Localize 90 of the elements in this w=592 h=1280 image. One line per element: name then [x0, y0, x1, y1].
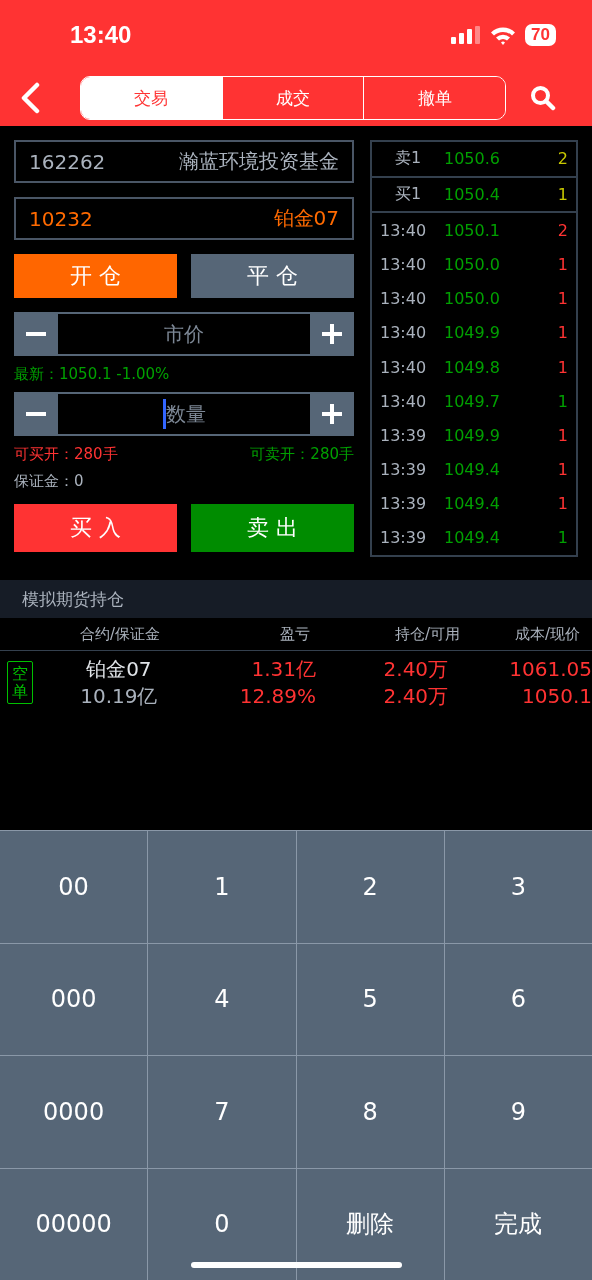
trade-volume: 1	[556, 494, 568, 514]
trade-price: 1049.9	[444, 425, 501, 445]
keypad-key[interactable]: 5	[296, 943, 444, 1055]
tab[interactable]: 撤单	[363, 77, 505, 119]
plus-icon	[322, 404, 342, 424]
column-header: 持仓/可用	[393, 624, 460, 644]
keypad-key[interactable]: 8	[296, 1056, 444, 1168]
keypad-key[interactable]: 完成	[444, 1168, 592, 1280]
keypad-key[interactable]: 0000	[0, 1056, 148, 1168]
keypad-key[interactable]: 00	[0, 831, 148, 943]
trade-volume: 1	[556, 528, 568, 548]
mode-button[interactable]: 平 仓	[191, 254, 354, 298]
search-icon[interactable]	[530, 85, 556, 111]
fund-field[interactable]: 162262 瀚蓝环境投资基金	[14, 140, 354, 183]
table-cell-text: 2.40万	[382, 683, 449, 710]
table-cell-text: 1.31亿	[250, 656, 316, 683]
keypad-key[interactable]: 6	[444, 943, 592, 1055]
table-cell-text: 12.89%	[238, 683, 316, 710]
buy-available: 可买开：280手	[14, 444, 118, 464]
sell-available: 可卖开：280手	[250, 444, 354, 464]
quote-label: 买1	[393, 184, 423, 205]
trade-price: 1050.0	[444, 289, 501, 309]
trade-time: 13:40	[380, 323, 428, 343]
latest-price: 最新：1050.1 -1.00%	[14, 363, 171, 385]
trade-volume: 1	[556, 391, 568, 411]
buy-button[interactable]: 买 入	[14, 504, 177, 552]
keypad-key[interactable]: 2	[296, 831, 444, 943]
keypad-key[interactable]: 7	[148, 1056, 296, 1168]
column-header: 盈亏	[279, 624, 310, 644]
column-header: 合约/保证金	[78, 624, 162, 644]
wifi-icon	[490, 25, 517, 45]
keypad-key[interactable]: 000	[0, 943, 148, 1055]
minus-icon	[26, 332, 46, 336]
trade-price: 1049.4	[444, 460, 501, 480]
tab[interactable]: 交易	[81, 77, 222, 119]
trade-time: 13:40	[380, 357, 428, 377]
contract-field[interactable]: 10232 铂金07	[14, 197, 354, 240]
trade-volume: 1	[556, 323, 568, 343]
price-field[interactable]: 市价	[58, 314, 310, 354]
trade-time: 13:40	[380, 391, 428, 411]
table-cell: 铂金07	[86, 656, 152, 683]
trade-volume: 1	[556, 255, 568, 275]
trade-time: 13:40	[380, 289, 428, 309]
back-icon[interactable]	[20, 82, 40, 114]
trade-time: 13:40	[380, 220, 428, 240]
trade-volume: 1	[556, 357, 568, 377]
plus-icon	[322, 324, 342, 344]
margin-text: 保证金：0	[14, 470, 85, 492]
trade-price: 1049.7	[444, 391, 501, 411]
quote-label: 卖1	[393, 148, 423, 170]
trade-volume: 1	[556, 425, 568, 445]
table-cell: 10.19亿	[80, 683, 158, 710]
trade-time: 13:39	[380, 528, 428, 548]
section-title: 模拟期货持仓	[22, 587, 124, 611]
battery-icon: 70	[525, 24, 556, 46]
trade-volume: 2	[556, 220, 568, 240]
trade-price: 1049.4	[444, 528, 501, 548]
trade-time: 13:39	[380, 425, 428, 445]
trade-price: 1049.8	[444, 357, 501, 377]
trade-price: 1049.9	[444, 323, 501, 343]
minus-icon	[26, 412, 46, 416]
position-tag: 空单	[7, 661, 33, 705]
quote-volume: 2	[556, 149, 568, 169]
trade-price: 1049.4	[444, 494, 501, 514]
trade-volume: 1	[556, 460, 568, 480]
quote-price: 1050.6	[444, 149, 501, 169]
table-cell-text: 1050.1	[521, 683, 592, 710]
keypad-key[interactable]: 3	[444, 831, 592, 943]
quote-price: 1050.4	[444, 185, 501, 204]
status-time: 13:40	[70, 21, 132, 49]
quantity-field[interactable]: 数量	[58, 394, 310, 434]
keypad-key[interactable]: 00000	[0, 1168, 148, 1280]
column-header: 成本/现价	[513, 624, 580, 644]
quote-volume: 1	[556, 185, 568, 204]
keypad-key[interactable]: 4	[148, 943, 296, 1055]
trade-time: 13:39	[380, 494, 428, 514]
position-row[interactable]: 空单 铂金07 10.19亿 1.31亿 12.89% 2.40万 2.40万 1061.05 1050.1	[0, 651, 592, 715]
trade-price: 1050.1	[444, 220, 501, 240]
trade-time: 13:39	[380, 460, 428, 480]
trade-time: 13:40	[380, 255, 428, 275]
keypad-key[interactable]: 9	[444, 1056, 592, 1168]
trade-volume: 1	[556, 289, 568, 309]
table-cell-text: 2.40万	[382, 656, 449, 683]
signal-icon	[451, 26, 482, 44]
keypad-key[interactable]: 1	[148, 831, 296, 943]
keypad-key[interactable]: 删除	[296, 1168, 444, 1280]
table-cell-text: 1061.05	[508, 656, 592, 683]
keypad-key[interactable]: 0	[148, 1168, 296, 1280]
sell-button[interactable]: 卖 出	[191, 504, 354, 552]
trade-price: 1050.0	[444, 255, 501, 275]
